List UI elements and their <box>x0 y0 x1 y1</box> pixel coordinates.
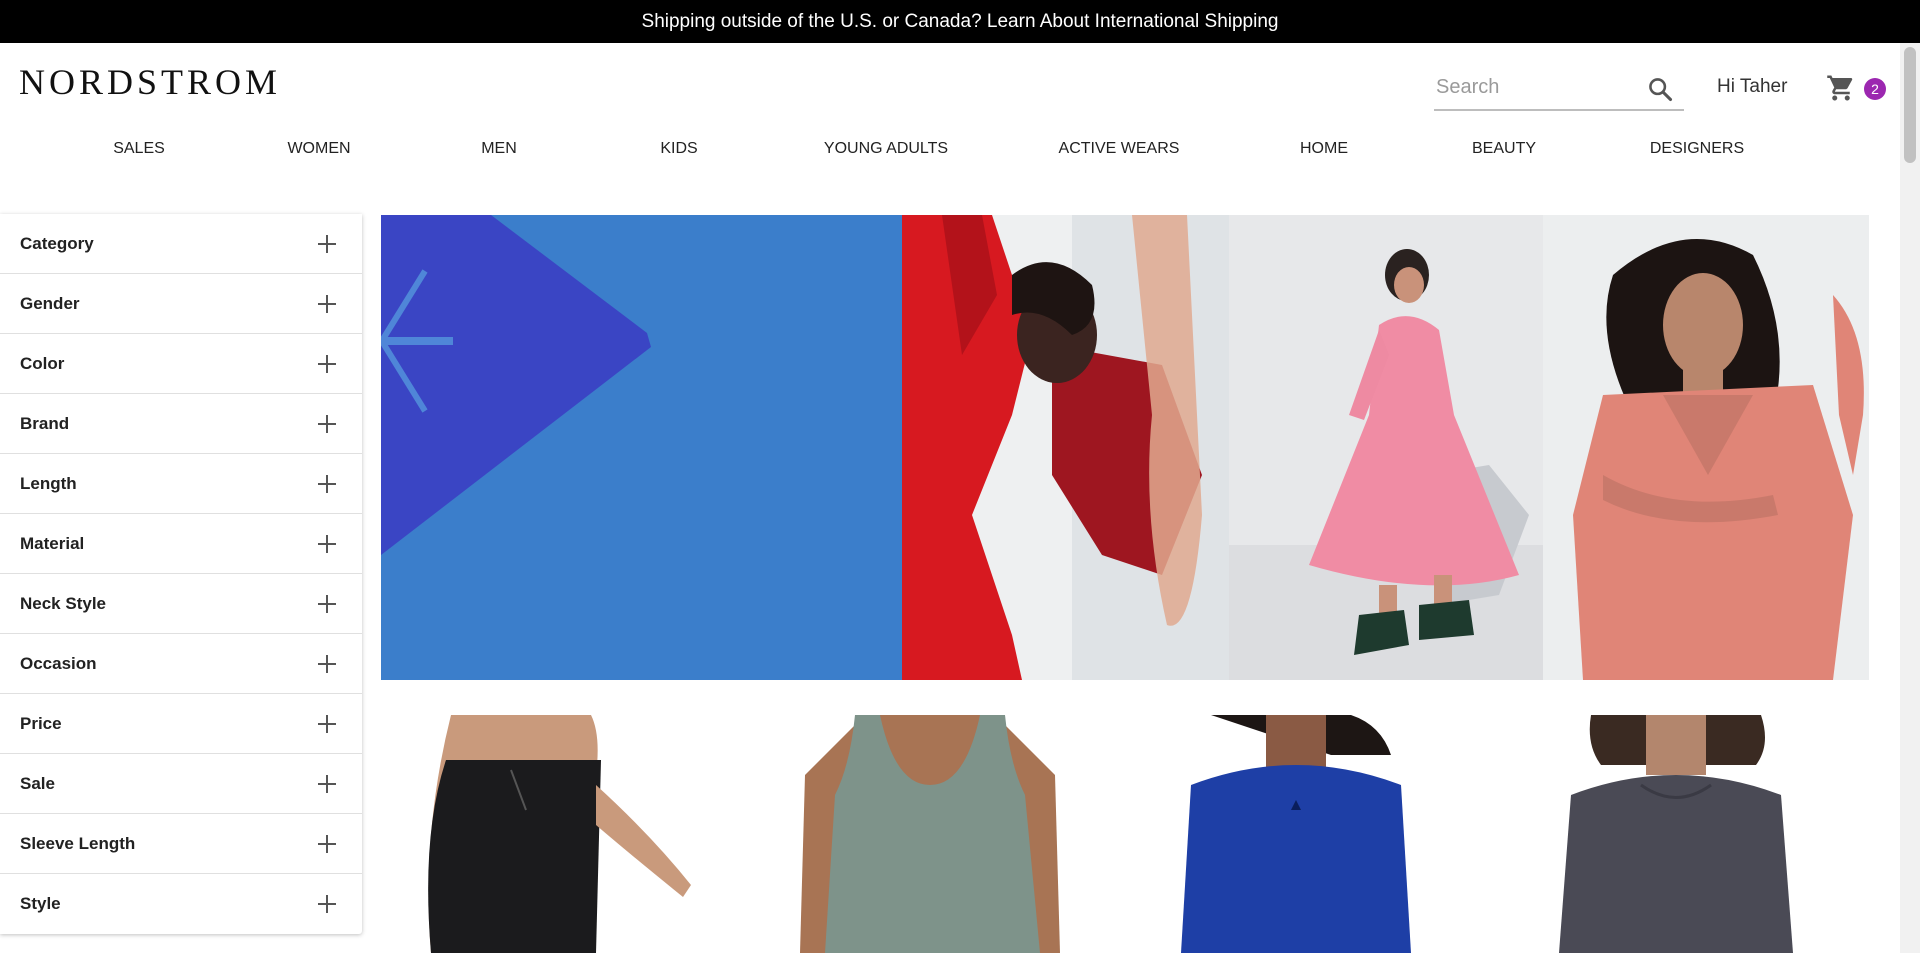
nav-sales[interactable]: SALES <box>113 140 165 158</box>
nav-women[interactable]: WOMEN <box>287 140 350 158</box>
hero-image-red-outfit <box>902 215 1229 680</box>
plus-icon[interactable] <box>318 534 336 553</box>
announcement-bar[interactable]: Shipping outside of the U.S. or Canada? … <box>0 0 1920 43</box>
filter-style[interactable]: Style <box>0 874 362 934</box>
product-card[interactable] <box>785 715 1075 953</box>
hero-image-coral-romper <box>1543 215 1869 680</box>
filter-label: Sale <box>20 773 55 793</box>
filter-brand[interactable]: Brand <box>0 394 362 454</box>
filter-label: Length <box>20 473 77 493</box>
filter-occasion[interactable]: Occasion <box>0 634 362 694</box>
nav-kids[interactable]: KIDS <box>660 140 697 158</box>
page-scrollbar[interactable] <box>1900 43 1920 953</box>
cart-count-badge: 2 <box>1864 78 1886 100</box>
product-grid <box>381 715 1869 953</box>
filter-gender[interactable]: Gender <box>0 274 362 334</box>
filter-sleeve-length[interactable]: Sleeve Length <box>0 814 362 874</box>
nordstrom-logo[interactable]: NORDSTROM <box>19 61 281 103</box>
plus-icon[interactable] <box>318 834 336 853</box>
filter-material[interactable]: Material <box>0 514 362 574</box>
search-input[interactable] <box>1434 67 1634 107</box>
search-bar <box>1434 67 1684 111</box>
filter-label: Color <box>20 353 65 373</box>
product-card[interactable] <box>411 715 701 953</box>
main-nav: SALES WOMEN MEN KIDS YOUNG ADULTS ACTIVE… <box>0 136 1900 164</box>
filter-length[interactable]: Length <box>0 454 362 514</box>
plus-icon[interactable] <box>318 294 336 313</box>
plus-icon[interactable] <box>318 654 336 673</box>
hero-blue-graphic <box>381 215 902 680</box>
scroll-thumb[interactable] <box>1904 47 1916 163</box>
nav-active-wears[interactable]: ACTIVE WEARS <box>1059 140 1180 158</box>
plus-icon[interactable] <box>318 414 336 433</box>
announcement-text[interactable]: Shipping outside of the U.S. or Canada? … <box>642 11 1279 33</box>
filter-sale[interactable]: Sale <box>0 754 362 814</box>
hero-image-pink-dress <box>1229 215 1543 680</box>
filter-price[interactable]: Price <box>0 694 362 754</box>
search-icon[interactable] <box>1646 75 1674 103</box>
nav-beauty[interactable]: BEAUTY <box>1472 140 1536 158</box>
product-card[interactable] <box>1531 715 1821 953</box>
filter-label: Material <box>20 533 85 553</box>
cart-icon <box>1826 73 1856 108</box>
nav-home[interactable]: HOME <box>1300 140 1348 158</box>
plus-icon[interactable] <box>318 714 336 733</box>
plus-icon[interactable] <box>318 354 336 373</box>
nav-young-adults[interactable]: YOUNG ADULTS <box>824 140 948 158</box>
product-card[interactable] <box>1151 715 1441 953</box>
filter-neck-style[interactable]: Neck Style <box>0 574 362 634</box>
nav-men[interactable]: MEN <box>481 140 517 158</box>
filter-label: Neck Style <box>20 593 106 613</box>
filter-color[interactable]: Color <box>0 334 362 394</box>
plus-icon[interactable] <box>318 774 336 793</box>
nav-designers[interactable]: DESIGNERS <box>1650 140 1744 158</box>
cart-button[interactable]: 2 <box>1826 71 1886 103</box>
plus-icon[interactable] <box>318 234 336 253</box>
filter-label: Gender <box>20 293 80 313</box>
filter-label: Sleeve Length <box>20 833 136 853</box>
plus-icon[interactable] <box>318 474 336 493</box>
plus-icon[interactable] <box>318 594 336 613</box>
user-greeting[interactable]: Hi Taher <box>1717 76 1787 98</box>
filter-label: Style <box>20 894 61 913</box>
filter-label: Price <box>20 713 62 733</box>
plus-icon[interactable] <box>318 895 336 913</box>
site-header: NORDSTROM Hi Taher 2 <box>0 43 1900 123</box>
filter-label: Category <box>20 233 94 253</box>
filter-panel: Category Gender Color Brand Length Mater… <box>0 214 362 934</box>
filter-category[interactable]: Category <box>0 214 362 274</box>
hero-banner[interactable] <box>381 215 1869 680</box>
filter-label: Occasion <box>20 653 97 673</box>
filter-label: Brand <box>20 413 70 433</box>
